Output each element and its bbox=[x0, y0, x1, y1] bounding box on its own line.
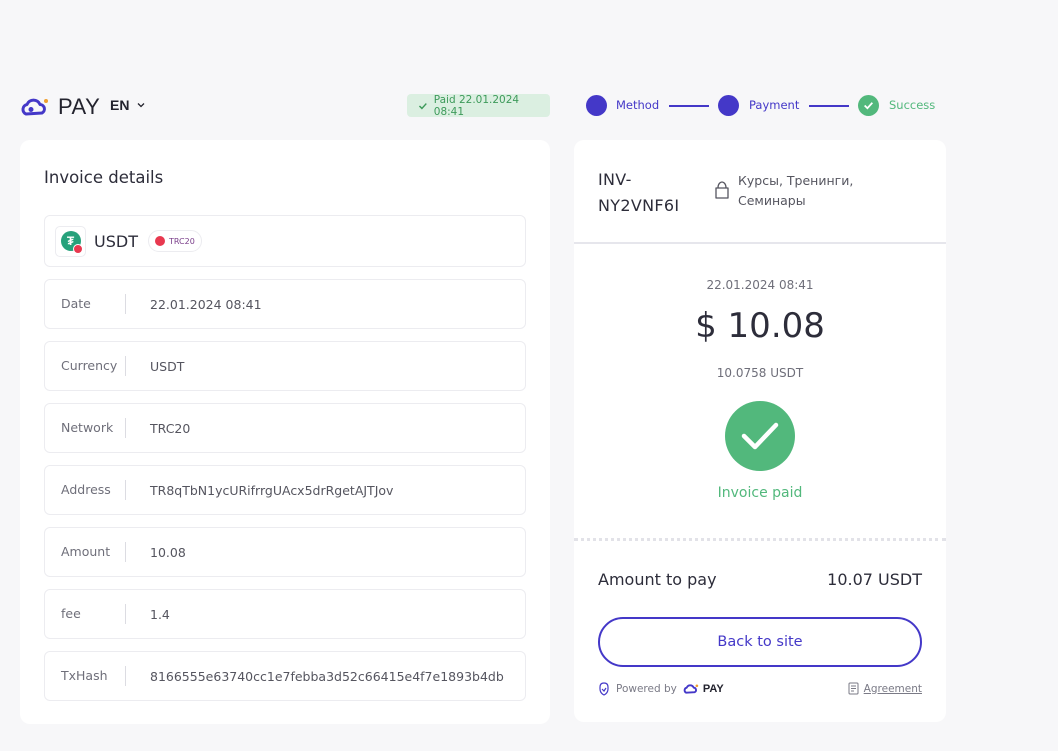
language-selector[interactable]: EN bbox=[110, 97, 145, 113]
asset-icon-box: ₮ bbox=[55, 225, 86, 257]
step-payment-dot bbox=[718, 95, 739, 116]
detail-value: TRC20 bbox=[150, 420, 191, 436]
address-value[interactable]: TR8qTbN1ycURifrrgUAcx5drRgetAJTJov bbox=[126, 483, 504, 498]
chevron-down-icon bbox=[137, 103, 145, 108]
network-chip-label: TRC20 bbox=[168, 236, 195, 246]
detail-label: TxHash bbox=[45, 666, 126, 686]
brand-logo[interactable]: PAY bbox=[20, 94, 100, 120]
detail-value: 1.4 bbox=[150, 606, 170, 622]
shield-icon bbox=[599, 682, 609, 696]
detail-row-network: Network TRC20 bbox=[44, 403, 526, 453]
network-chip: TRC20 bbox=[147, 230, 202, 252]
agreement-label[interactable]: Agreement bbox=[864, 683, 922, 695]
detail-label: Address bbox=[45, 480, 126, 500]
document-icon bbox=[848, 682, 859, 695]
detail-value: 10.08 bbox=[150, 544, 186, 560]
step-method-dot bbox=[586, 95, 607, 116]
step-payment-label: Payment bbox=[749, 98, 800, 112]
detail-row-currency: Currency USDT bbox=[44, 341, 526, 391]
cloud-logo-icon bbox=[21, 98, 48, 116]
back-to-site-button[interactable]: Back to site bbox=[598, 617, 922, 667]
step-success-dot bbox=[858, 95, 879, 116]
paid-badge-text: Paid 22.01.2024 08:41 bbox=[433, 93, 520, 118]
check-icon bbox=[864, 102, 874, 110]
powered-brand: PAY bbox=[702, 683, 724, 695]
cloud-logo-icon bbox=[683, 684, 699, 694]
amount-to-pay-label: Amount to pay bbox=[598, 570, 717, 589]
step-connector bbox=[669, 105, 709, 107]
tron-icon bbox=[154, 236, 165, 246]
check-icon bbox=[418, 102, 427, 110]
powered-by: Powered by PAY bbox=[598, 682, 724, 696]
progress-stepper: Method Payment Success bbox=[586, 95, 946, 116]
detail-row-fee: fee 1.4 bbox=[44, 589, 526, 639]
payment-amount-fiat: $ 10.08 bbox=[695, 306, 825, 346]
payment-summary-card: INV-NY2VNF6I Курсы, Тренинги, Семинары 2… bbox=[574, 140, 946, 722]
paid-status-badge: Paid 22.01.2024 08:41 bbox=[407, 93, 550, 118]
detail-label: Currency bbox=[45, 356, 126, 376]
bag-icon bbox=[715, 181, 729, 199]
success-check-icon bbox=[725, 401, 795, 471]
invoice-description-text: Курсы, Тренинги, Семинары bbox=[738, 173, 854, 208]
agreement-link[interactable]: Agreement bbox=[848, 682, 922, 695]
amount-to-pay-value: 10.07 USDT bbox=[827, 570, 922, 589]
detail-row-txhash[interactable]: TxHash 8166555e63740cc1e7febba3d52c66415… bbox=[44, 651, 526, 701]
dotted-divider bbox=[574, 538, 946, 541]
language-label: EN bbox=[110, 97, 130, 113]
step-method-label: Method bbox=[616, 98, 660, 112]
detail-row-amount: Amount 10.08 bbox=[44, 527, 526, 577]
detail-row-date: Date 22.01.2024 08:41 bbox=[44, 279, 526, 329]
brand-name: PAY bbox=[58, 94, 101, 119]
payment-amount-crypto: 10.0758 USDT bbox=[716, 366, 804, 380]
detail-row-address[interactable]: Address TR8qTbN1ycURifrrgUAcx5drRgetAJTJ… bbox=[44, 465, 526, 515]
txhash-value[interactable]: 8166555e63740cc1e7febba3d52c66415e4f7e18… bbox=[126, 669, 504, 684]
asset-row: ₮ USDT TRC20 bbox=[44, 215, 526, 267]
payment-status: Invoice paid bbox=[717, 485, 803, 501]
divider bbox=[574, 242, 946, 244]
detail-label: fee bbox=[45, 604, 126, 624]
invoice-details-title: Invoice details bbox=[44, 168, 164, 187]
invoice-description: Курсы, Тренинги, Семинары bbox=[714, 171, 878, 211]
detail-label: Network bbox=[45, 418, 126, 438]
tron-icon bbox=[73, 243, 83, 254]
invoice-id: INV-NY2VNF6I bbox=[598, 170, 680, 215]
detail-label: Date bbox=[45, 294, 126, 314]
invoice-details-card: Invoice details ₮ USDT TRC20 Date 22.01.… bbox=[20, 140, 550, 724]
asset-name: USDT bbox=[94, 231, 138, 251]
step-connector bbox=[809, 105, 849, 107]
detail-value: USDT bbox=[150, 358, 185, 374]
detail-label: Amount bbox=[45, 542, 126, 562]
powered-by-text: Powered by bbox=[616, 683, 677, 695]
step-success-label: Success bbox=[889, 98, 936, 112]
payment-date: 22.01.2024 08:41 bbox=[706, 278, 814, 292]
detail-value: 22.01.2024 08:41 bbox=[150, 296, 262, 312]
